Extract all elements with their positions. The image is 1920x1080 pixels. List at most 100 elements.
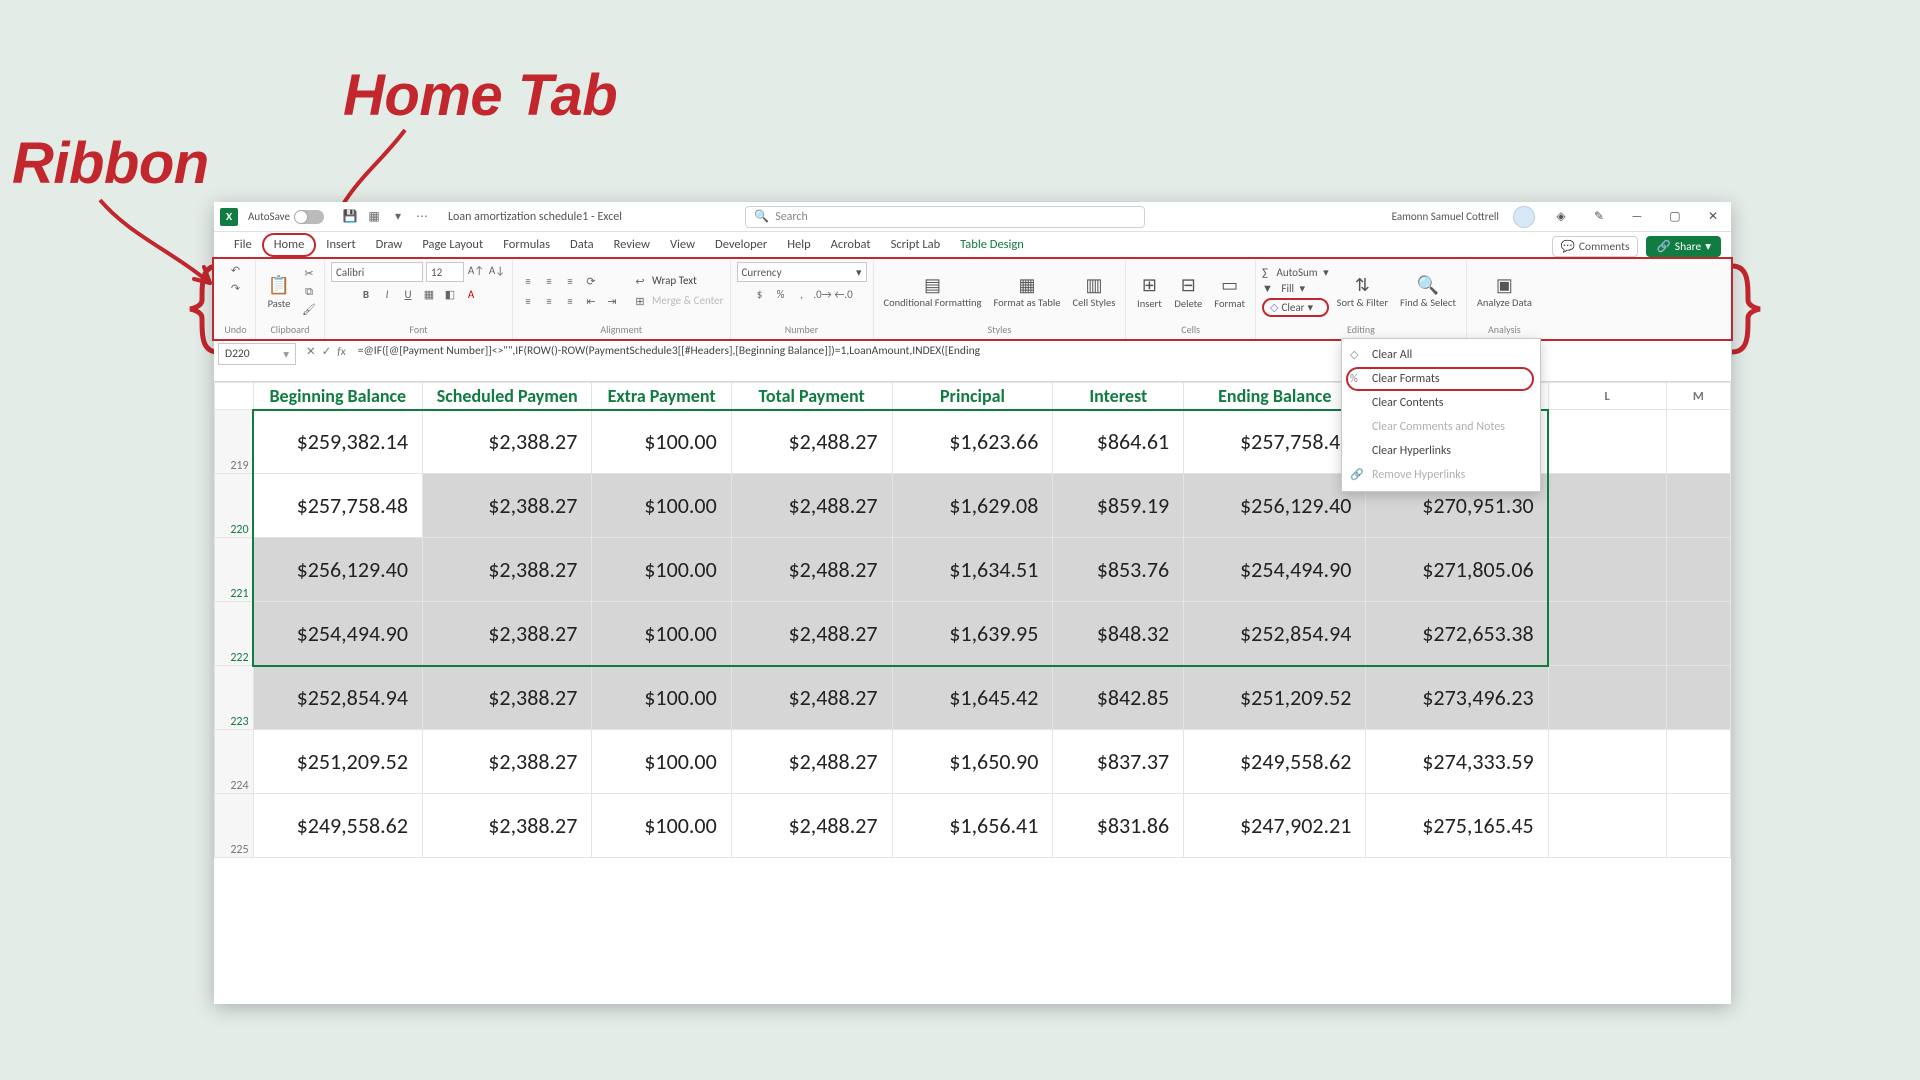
cell[interactable]: [1548, 474, 1666, 538]
cell[interactable]: $272,653.38: [1366, 602, 1548, 666]
cell[interactable]: $256,129.40: [253, 538, 422, 602]
italic-button[interactable]: I: [378, 286, 396, 302]
cell[interactable]: $2,388.27: [422, 602, 591, 666]
align-left-button[interactable]: ≡: [519, 294, 537, 310]
number-format-combo[interactable]: Currency▾: [737, 262, 867, 282]
column-letter[interactable]: L: [1548, 383, 1666, 410]
tab-script-lab[interactable]: Script Lab: [881, 233, 951, 257]
accounting-button[interactable]: $: [751, 286, 769, 302]
cell[interactable]: $2,488.27: [731, 538, 892, 602]
cell[interactable]: $273,496.23: [1366, 666, 1548, 730]
name-box[interactable]: D220▾: [218, 343, 296, 365]
cell[interactable]: $254,494.90: [253, 602, 422, 666]
tab-acrobat[interactable]: Acrobat: [821, 233, 881, 257]
share-button[interactable]: 🔗Share ▾: [1646, 236, 1721, 257]
column-header[interactable]: Beginning Balance: [253, 383, 422, 410]
cell[interactable]: $1,650.90: [892, 730, 1053, 794]
cell[interactable]: [1548, 666, 1666, 730]
tab-data[interactable]: Data: [560, 233, 604, 257]
cell[interactable]: $2,388.27: [422, 410, 591, 474]
cancel-formula-button[interactable]: ✕: [306, 344, 316, 359]
row-header[interactable]: 221: [215, 538, 254, 602]
cell[interactable]: [1666, 602, 1730, 666]
cell[interactable]: $2,488.27: [731, 410, 892, 474]
maximize-button[interactable]: ▢: [1663, 205, 1687, 229]
format-cells-button[interactable]: ▭Format: [1210, 272, 1249, 312]
cell[interactable]: $100.00: [592, 666, 731, 730]
font-color-button[interactable]: A: [462, 286, 480, 302]
column-header[interactable]: Principal: [892, 383, 1053, 410]
wrap-text-button[interactable]: ↩Wrap Text: [631, 274, 724, 290]
borders-button[interactable]: ▦: [420, 286, 438, 302]
cell[interactable]: $100.00: [592, 538, 731, 602]
cell[interactable]: $2,488.27: [731, 730, 892, 794]
tab-developer[interactable]: Developer: [705, 233, 777, 257]
insert-cells-button[interactable]: ⊞Insert: [1132, 272, 1166, 312]
tab-insert[interactable]: Insert: [316, 233, 365, 257]
cell[interactable]: $1,634.51: [892, 538, 1053, 602]
cell[interactable]: $249,558.62: [253, 794, 422, 858]
increase-indent-button[interactable]: ⇥: [603, 294, 621, 310]
cell[interactable]: [1666, 410, 1730, 474]
cell[interactable]: $100.00: [592, 474, 731, 538]
cell[interactable]: $2,388.27: [422, 794, 591, 858]
cell[interactable]: [1666, 666, 1730, 730]
cell[interactable]: $251,209.52: [1184, 666, 1366, 730]
comma-button[interactable]: ,: [793, 286, 811, 302]
cell[interactable]: $274,333.59: [1366, 730, 1548, 794]
cell[interactable]: $2,388.27: [422, 730, 591, 794]
qat-icon[interactable]: ▦: [365, 208, 383, 226]
cell[interactable]: $2,488.27: [731, 794, 892, 858]
cell[interactable]: $853.76: [1053, 538, 1184, 602]
close-button[interactable]: ✕: [1701, 205, 1725, 229]
cell[interactable]: $249,558.62: [1184, 730, 1366, 794]
cell[interactable]: [1548, 538, 1666, 602]
tab-table-design[interactable]: Table Design: [950, 233, 1034, 257]
analyze-data-button[interactable]: ▣Analyze Data: [1473, 272, 1536, 310]
row-header[interactable]: 223: [215, 666, 254, 730]
copy-button[interactable]: ⧉: [300, 284, 318, 300]
align-middle-button[interactable]: ≡: [540, 274, 558, 290]
conditional-formatting-button[interactable]: ▤Conditional Formatting: [880, 272, 986, 310]
cell[interactable]: $1,623.66: [892, 410, 1053, 474]
cell-styles-button[interactable]: ▥Cell Styles: [1069, 272, 1120, 310]
cell[interactable]: $2,388.27: [422, 666, 591, 730]
column-header[interactable]: Ending Balance: [1184, 383, 1366, 410]
format-painter-button[interactable]: 🖌: [300, 302, 318, 318]
cell[interactable]: $257,758.48: [253, 474, 422, 538]
cell[interactable]: $252,854.94: [1184, 602, 1366, 666]
cell[interactable]: $859.19: [1053, 474, 1184, 538]
diamond-icon[interactable]: ◈: [1549, 205, 1573, 229]
clear-contents-item[interactable]: Clear Contents: [1342, 391, 1540, 415]
row-header[interactable]: 219: [215, 410, 254, 474]
cut-button[interactable]: ✂: [300, 266, 318, 282]
pen-icon[interactable]: ✎: [1587, 205, 1611, 229]
fx-button[interactable]: fx: [337, 345, 346, 359]
redo-button[interactable]: ↷: [227, 280, 245, 296]
cell[interactable]: $2,488.27: [731, 666, 892, 730]
cell[interactable]: [1666, 538, 1730, 602]
cell[interactable]: $1,629.08: [892, 474, 1053, 538]
align-top-button[interactable]: ≡: [519, 274, 537, 290]
increase-decimal-button[interactable]: .0→: [814, 286, 832, 302]
cell[interactable]: [1548, 730, 1666, 794]
cell[interactable]: [1548, 410, 1666, 474]
tab-formulas[interactable]: Formulas: [493, 233, 560, 257]
cell[interactable]: $251,209.52: [253, 730, 422, 794]
comments-button[interactable]: 💬Comments: [1552, 236, 1639, 257]
cell[interactable]: $275,165.45: [1366, 794, 1548, 858]
cell[interactable]: $256,129.40: [1184, 474, 1366, 538]
avatar[interactable]: [1513, 206, 1535, 228]
cell[interactable]: $100.00: [592, 410, 731, 474]
search-input[interactable]: 🔍 Search: [745, 206, 1145, 228]
cell[interactable]: $1,645.42: [892, 666, 1053, 730]
cell[interactable]: $257,758.48: [1184, 410, 1366, 474]
cell[interactable]: $2,488.27: [731, 602, 892, 666]
column-header[interactable]: Total Payment: [731, 383, 892, 410]
fill-button[interactable]: ▼ Fill ▾: [1262, 282, 1329, 295]
tab-view[interactable]: View: [660, 233, 705, 257]
merge-center-button[interactable]: ⊞Merge & Center: [631, 294, 724, 310]
autosum-button[interactable]: ∑ AutoSum ▾: [1262, 266, 1329, 279]
fill-color-button[interactable]: ◧: [441, 286, 459, 302]
cell[interactable]: $271,805.06: [1366, 538, 1548, 602]
